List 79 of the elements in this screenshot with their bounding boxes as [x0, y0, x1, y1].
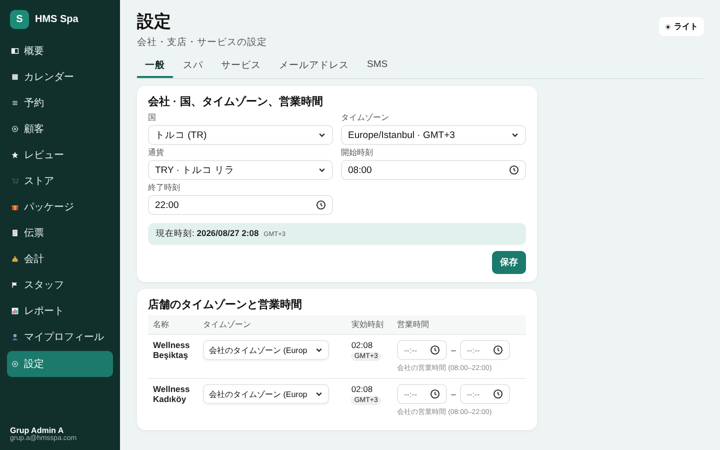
brand-name: HMS Spa: [35, 14, 78, 25]
calendar-icon: [11, 73, 19, 81]
theme-toggle-button[interactable]: ライト: [659, 17, 704, 36]
tab[interactable]: SMS: [359, 55, 396, 78]
gift-icon: [11, 203, 19, 211]
close-time-input[interactable]: --:--: [460, 340, 510, 360]
open-time-input[interactable]: --:--: [397, 384, 448, 404]
clock-icon: [492, 389, 503, 399]
sidebar-item[interactable]: カレンダー: [7, 65, 113, 89]
time-input[interactable]: 22:00: [148, 195, 333, 215]
field-label: 終了時刻: [148, 182, 181, 193]
sidebar-item[interactable]: 概要: [7, 39, 113, 63]
sidebar-item[interactable]: 設定: [7, 351, 113, 377]
sidebar-item[interactable]: 会計: [7, 247, 113, 271]
chevron-down-icon: [315, 346, 323, 354]
range-separator: –: [451, 345, 456, 355]
current-time-text: 現在時刻: 2026/08/27 2:08: [156, 228, 259, 240]
tab[interactable]: スパ: [175, 55, 211, 78]
brand-logo: S: [10, 10, 29, 29]
panel-icon: [11, 47, 19, 55]
clock-icon: [430, 389, 440, 399]
select-field[interactable]: トルコ (TR): [148, 125, 333, 145]
close-time-input[interactable]: --:--: [460, 384, 510, 404]
gear-icon: [11, 360, 19, 368]
column-header: 名称: [148, 315, 198, 334]
sidebar-item[interactable]: パッケージ: [7, 195, 113, 219]
chevron-down-icon: [318, 166, 326, 174]
save-button[interactable]: 保存: [492, 251, 526, 274]
clock-icon: [430, 345, 440, 355]
effective-time: 02:08: [351, 340, 374, 350]
flag-icon: [11, 281, 19, 289]
star-icon: [11, 151, 19, 159]
field-label: 開始時刻: [341, 147, 374, 158]
cart-icon: [11, 177, 19, 185]
column-header: タイムゾーン: [198, 315, 346, 334]
timezone-select[interactable]: 会社のタイムゾーン (Europ: [203, 340, 329, 360]
select-field[interactable]: Europe/Istanbul · GMT+3: [341, 125, 526, 145]
gear-icon: [11, 125, 19, 133]
sidebar-item[interactable]: 伝票: [7, 221, 113, 245]
chevron-down-icon: [511, 131, 519, 139]
sidebar-item[interactable]: レビュー: [7, 143, 113, 167]
clock-icon: [509, 165, 519, 175]
tab[interactable]: サービス: [213, 55, 269, 78]
chevron-down-icon: [315, 390, 323, 398]
list-icon: [11, 99, 19, 107]
column-header: 営業時間: [392, 315, 526, 334]
column-header: 実効時刻: [346, 315, 392, 334]
open-time-input[interactable]: --:--: [397, 340, 448, 360]
sidebar-item[interactable]: 顧客: [7, 117, 113, 141]
user-name: Grup Admin A: [10, 426, 64, 435]
sidebar-item[interactable]: レポート: [7, 299, 113, 323]
chevron-down-icon: [318, 131, 326, 139]
timezone-select[interactable]: 会社のタイムゾーン (Europ: [203, 384, 329, 404]
person-icon: [11, 333, 19, 341]
money-bag-icon: [11, 255, 19, 263]
sun-icon: [665, 24, 671, 30]
tab[interactable]: メールアドレス: [271, 55, 357, 78]
field-label: 通貨: [148, 147, 165, 158]
sidebar-item[interactable]: ストア: [7, 169, 113, 193]
sidebar-item[interactable]: スタッフ: [7, 273, 113, 297]
page-subtitle: 会社・支店・サービスの設定: [137, 36, 267, 49]
time-input[interactable]: 08:00: [341, 160, 526, 180]
receipt-icon: [11, 229, 19, 237]
range-separator: –: [451, 389, 456, 399]
field-label: タイムゾーン: [341, 112, 390, 123]
select-field[interactable]: TRY · トルコ リラ: [148, 160, 333, 180]
page-title: 設定: [137, 11, 172, 33]
clock-icon: [316, 200, 326, 210]
sidebar-item[interactable]: マイプロフィール: [7, 325, 113, 349]
bar-chart-icon: [11, 307, 19, 315]
sidebar-item[interactable]: 予約: [7, 91, 113, 115]
card-title: 会社 · 国、タイムゾーン、営業時間: [148, 94, 324, 109]
effective-time: 02:08: [351, 384, 374, 394]
branch-name-cell: Wellness Kadıköy: [148, 378, 198, 422]
tab[interactable]: 一般: [137, 55, 173, 78]
card-title: 店舗のタイムゾーンと営業時間: [148, 298, 303, 312]
field-label: 国: [148, 112, 157, 123]
branch-name-cell: Wellness Beşiktaş: [148, 334, 198, 378]
clock-icon: [492, 345, 503, 355]
